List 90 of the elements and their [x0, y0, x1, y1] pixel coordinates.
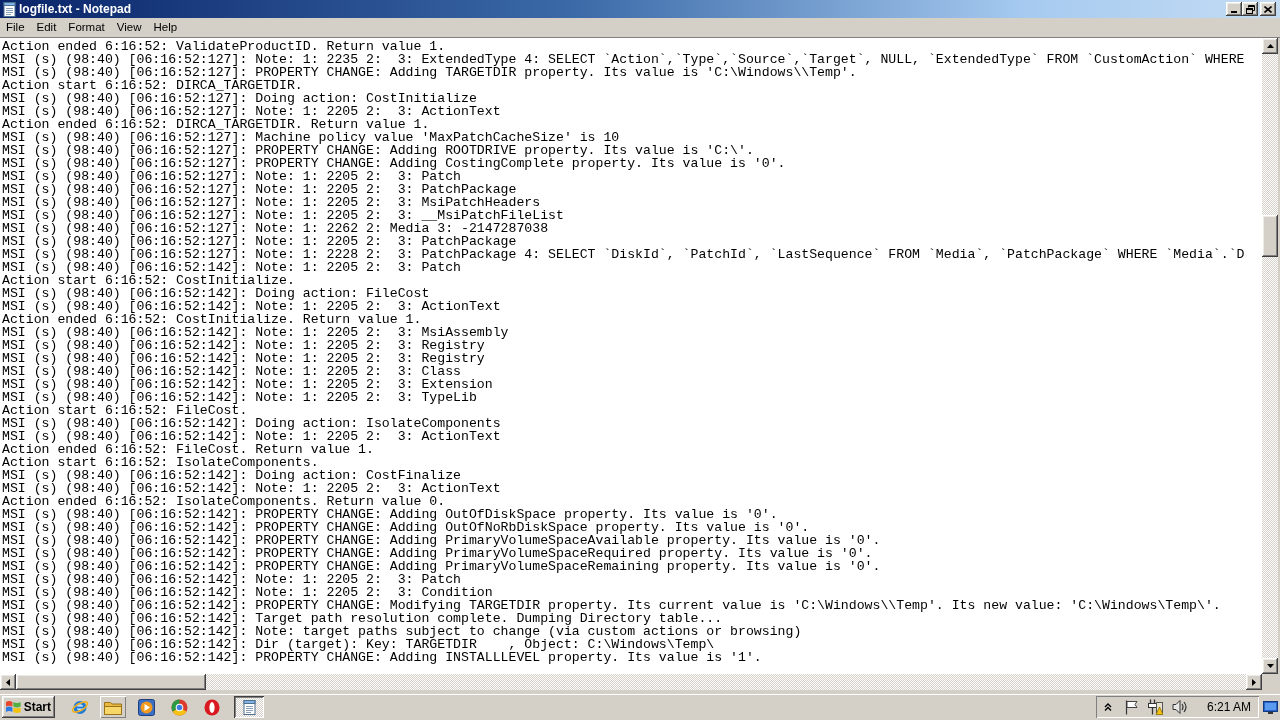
text-line: MSI (s) (98:40) [06:16:52:127]: Note: 1: 2262 2: Media 3: -2147287038: [2, 222, 550, 235]
start-button[interactable]: Start: [2, 696, 55, 718]
menu-item[interactable]: Edit: [30, 18, 63, 37]
text-line: Action ended 6:16:52: IsolateComponents. Return value 0.: [2, 495, 447, 508]
text-line: MSI (s) (98:40) [06:16:52:127]: Note: 1: 2205 2: 3: MsiPatchHeaders: [2, 196, 542, 209]
text-line: MSI (s) (98:40) [06:16:52:142]: Note: 1: 2205 2: 3: Registry: [2, 339, 485, 352]
text-line: Action ended 6:16:52: FileCost. Return value 1.: [2, 443, 375, 456]
text-line: MSI (s) (98:40) [06:16:52:142]: PROPERTY CHANGE: Adding OutOfNoRbDiskSpace property. Its value is '0'.: [2, 521, 811, 534]
text-line: Action ended 6:16:52: CostInitialize. Return value 1.: [2, 313, 423, 326]
minimize-icon: [1231, 11, 1237, 13]
desktop-icon[interactable]: [1263, 700, 1278, 714]
text-line: MSI (s) (98:40) [06:16:52:142]: Dir (target): Key: TARGETDIR , Object: C:\Windows\Temp\: [2, 638, 716, 651]
text-line: MSI (s) (98:40) [06:16:52:142]: PROPERTY CHANGE: Adding PrimaryVolumeSpaceRequired property. Its value is '0'.: [2, 547, 874, 560]
text-line: Action start 6:16:52: CostInitialize.: [2, 274, 296, 287]
text-line: MSI (s) (98:40) [06:16:52:142]: Note: 1: 2205 2: 3: Class: [2, 365, 461, 378]
text-line: Action start 6:16:52: FileCost.: [2, 404, 249, 417]
caret-left-icon: [6, 678, 10, 686]
scroll-up-button[interactable]: [1262, 38, 1278, 54]
text-line: MSI (s) (98:40) [06:16:52:142]: Note: 1: 2205 2: 3: Patch: [2, 573, 461, 586]
text-line: MSI (s) (98:40) [06:16:52:127]: PROPERTY CHANGE: Adding TARGETDIR property. Its value is 'C:\Windows\\Temp'.: [2, 66, 857, 79]
four-pane-flag-icon: [6, 700, 21, 714]
text-line: MSI (s) (98:40) [06:16:52:142]: Target path resolution complete. Dumping Directory table...: [2, 612, 724, 625]
window-title: logfile.txt - Notepad: [19, 1, 131, 17]
text-line: MSI (s) (98:40) [06:16:52:127]: PROPERTY CHANGE: Adding ROOTDRIVE property. Its value is 'C:\'.: [2, 144, 755, 157]
orbit-disc-icon: [71, 698, 89, 716]
caret-right-icon: [1252, 678, 1256, 686]
text-editor[interactable]: [0, 38, 1262, 674]
close-icon: [1264, 5, 1272, 13]
menu-item[interactable]: View: [110, 18, 148, 37]
menu-item[interactable]: File: [0, 18, 31, 37]
text-line: MSI (s) (98:40) [06:16:52:127]: Note: 1: 2205 2: 3: Patch: [2, 170, 461, 183]
clock[interactable]: 6:21 AM: [1206, 698, 1251, 716]
text-line: Action ended 6:16:52: DIRCA_TARGETDIR. Return value 1.: [2, 118, 431, 131]
folder-icon: [104, 699, 122, 715]
text-line: MSI (s) (98:40) [06:16:52:127]: Note: 1: 2205 2: 3: PatchPackage: [2, 183, 517, 196]
text-line: MSI (s) (98:40) [06:16:52:142]: PROPERTY CHANGE: Adding PrimaryVolumeSpaceAvailable property. Its value is '0'.: [2, 534, 882, 547]
text-line: MSI (s) (98:40) [06:16:52:127]: Doing action: CostInitialize: [2, 92, 478, 105]
text-line: MSI (s) (98:40) [06:16:52:127]: Note: 1: 2205 2: 3: ActionText: [2, 105, 502, 118]
text-line: MSI (s) (98:40) [06:16:52:142]: PROPERTY CHANGE: Modifying TARGETDIR property. Its current value is 'C:\Windows\\Temp'. Its new value: 'C:\Windows\Temp\'.: [2, 599, 1222, 612]
text-line: MSI (s) (98:40) [06:16:52:142]: Note: 1: 2205 2: 3: TypeLib: [2, 391, 478, 404]
scrollbar-thumb[interactable]: [1262, 215, 1278, 257]
ring-icon: [204, 698, 220, 716]
scrollbar-thumb[interactable]: [16, 674, 206, 690]
quick-launch-button[interactable]: [100, 696, 126, 718]
menu-item[interactable]: Format: [62, 18, 111, 37]
text-line: Action start 6:16:52: IsolateComponents.: [2, 456, 320, 469]
text-line: Action start 6:16:52: DIRCA_TARGETDIR.: [2, 79, 304, 92]
text-line: MSI (s) (98:40) [06:16:52:142]: Note: 1: 2205 2: 3: ActionText: [2, 300, 502, 313]
text-line: MSI (s) (98:40) [06:16:52:127]: Note: 1: 2235 2: 3: ExtendedType 4: SELECT `Action`,`Type`,`Source`,`Target`, NULL, `ExtendedType` FROM `CustomAction` WHERE: [2, 53, 1246, 66]
notepad-icon: [242, 699, 256, 715]
text-line: MSI (s) (98:40) [06:16:52:127]: Note: 1: 2228 2: 3: PatchPackage 4: SELECT `DiskId`, `PatchId`, `LastSequence` FROM `Media`, `PatchPackage` WHERE `Media`.`D: [2, 248, 1246, 261]
restore-button[interactable]: [1242, 2, 1258, 16]
caret-up-icon: [1266, 44, 1274, 48]
minimize-button[interactable]: [1226, 2, 1242, 16]
vertical-scrollbar[interactable]: [1262, 38, 1278, 674]
text-line: MSI (s) (98:40) [06:16:52:142]: Note: 1: 2205 2: 3: MsiAssembly: [2, 326, 510, 339]
text-line: MSI (s) (98:40) [06:16:52:142]: Note: 1: 2205 2: 3: Extension: [2, 378, 494, 391]
horizontal-scrollbar[interactable]: [0, 674, 1262, 690]
text-line: MSI (s) (98:40) [06:16:52:127]: PROPERTY CHANGE: Adding CostingComplete property. Its value is '0'.: [2, 157, 787, 170]
segmented-circle-icon: [170, 698, 188, 716]
text-line: MSI (s) (98:40) [06:16:52:127]: Note: 1: 2205 2: 3: PatchPackage: [2, 235, 518, 248]
play-tile-icon: [137, 698, 155, 716]
text-line: MSI (s) (98:40) [06:16:52:142]: Note: 1: 2205 2: 3: Patch: [2, 261, 461, 274]
chevron-up-icon[interactable]: [1103, 703, 1112, 711]
text-line: MSI (s) (98:40) [06:16:52:142]: Note: 1: 2205 2: 3: ActionText: [2, 430, 502, 443]
text-line: MSI (s) (98:40) [06:16:52:127]: Note: 1: 2205 2: 3: __MsiPatchFileList: [2, 209, 565, 222]
flag-icon[interactable]: [1124, 699, 1139, 715]
taskbar-window-button[interactable]: [234, 696, 264, 718]
text-line: MSI (s) (98:40) [06:16:52:142]: PROPERTY CHANGE: Adding INSTALLLEVEL property. Its value is '1'.: [2, 651, 763, 664]
caret-down-icon: [1266, 664, 1274, 668]
text-line: Action ended 6:16:52: ValidateProductID. Return value 1.: [2, 40, 447, 53]
text-line: MSI (s) (98:40) [06:16:52:142]: Doing action: FileCost: [2, 287, 431, 300]
text-line: MSI (s) (98:40) [06:16:52:127]: Machine policy value 'MaxPatchCacheSize' is 10: [2, 131, 621, 144]
text-line: MSI (s) (98:40) [06:16:52:142]: Doing action: CostFinalize: [2, 469, 462, 482]
scroll-down-button[interactable]: [1262, 658, 1278, 674]
power-plug-icon[interactable]: [1147, 699, 1163, 715]
menu-item[interactable]: Help: [147, 18, 184, 37]
notepad-icon: [3, 1, 16, 17]
text-line: MSI (s) (98:40) [06:16:52:142]: Note: 1: 2205 2: 3: ActionText: [2, 482, 502, 495]
text-line: MSI (s) (98:40) [06:16:52:142]: Note: 1: 2205 2: 3: Condition: [2, 586, 494, 599]
text-line: MSI (s) (98:40) [06:16:52:142]: Note: target paths subject to change (via custom actions or browsing): [2, 625, 803, 638]
text-line: MSI (s) (98:40) [06:16:52:142]: PROPERTY CHANGE: Adding PrimaryVolumeSpaceRemaining property. Its value is '0'.: [2, 560, 882, 573]
restore-icon: [1245, 4, 1255, 14]
text-line: MSI (s) (98:40) [06:16:52:142]: Doing action: IsolateComponents: [2, 417, 502, 430]
scroll-right-button[interactable]: [1246, 674, 1262, 690]
close-button[interactable]: [1260, 2, 1276, 16]
text-line: MSI (s) (98:40) [06:16:52:142]: Note: 1: 2205 2: 3: Registry: [2, 352, 486, 365]
text-line: MSI (s) (98:40) [06:16:52:142]: PROPERTY CHANGE: Adding OutOfDiskSpace property. Its value is '0'.: [2, 508, 779, 521]
speaker-icon[interactable]: [1171, 700, 1188, 714]
scroll-left-button[interactable]: [0, 674, 16, 690]
